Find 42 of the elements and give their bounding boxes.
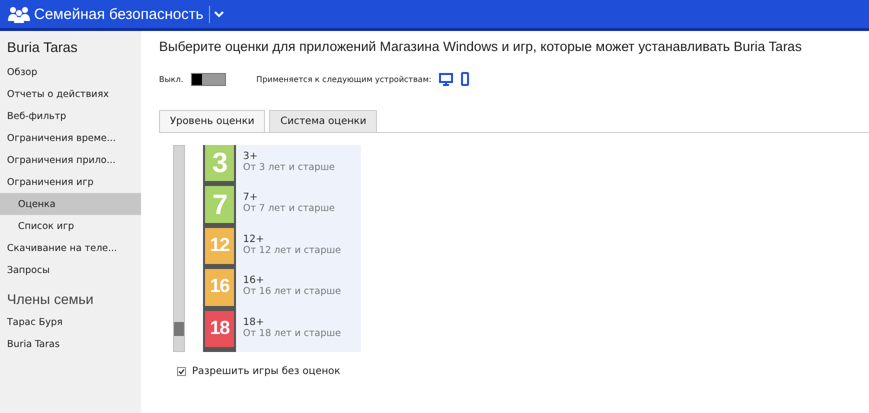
rating-description: От 3 лет и старше bbox=[243, 162, 336, 173]
tab[interactable]: Система оценки bbox=[269, 110, 378, 132]
sidebar-item[interactable]: Ограничения игр bbox=[0, 171, 141, 193]
rating-title: 7+ bbox=[243, 192, 259, 204]
family-member[interactable]: Buria Taras bbox=[0, 333, 141, 355]
rating-description: От 16 лет и старше bbox=[243, 286, 342, 298]
toggle-label: Выкл. bbox=[159, 74, 184, 84]
sidebar-subitem[interactable]: Оценка bbox=[0, 193, 141, 215]
sidebar-item[interactable]: Обзор bbox=[0, 61, 141, 83]
age-rating-badge: 3 bbox=[203, 145, 236, 186]
age-rating-badge: 16 bbox=[203, 269, 236, 311]
rating-title: 3+ bbox=[243, 151, 259, 162]
tab[interactable]: Уровень оценки bbox=[159, 110, 266, 132]
family-icon bbox=[8, 5, 30, 23]
age-rating-badge: 7 bbox=[203, 186, 236, 228]
page-heading: Выберите оценки для приложений Магазина Windows и игр, которые может устанавливать Buria Taras bbox=[159, 39, 803, 54]
child-name: Buria Taras bbox=[6, 39, 79, 57]
checkbox[interactable] bbox=[177, 367, 186, 376]
age-rating-badge: 18 bbox=[203, 310, 236, 352]
rating-title: 18+ bbox=[243, 316, 266, 328]
sidebar-item[interactable]: Скачивание на теле... bbox=[0, 237, 141, 259]
sidebar-subitem[interactable]: Список игр bbox=[0, 215, 141, 237]
toggle-switch[interactable] bbox=[191, 72, 226, 86]
rating-description: От 7 лет и старше bbox=[243, 203, 336, 214]
rating-title: 12+ bbox=[243, 234, 266, 245]
sidebar-item[interactable]: Запросы bbox=[0, 259, 141, 281]
age-rating-badge: 12 bbox=[203, 228, 236, 270]
app-title: Семейная безопасность bbox=[34, 6, 210, 22]
chevron-down-icon[interactable] bbox=[214, 10, 224, 18]
sidebar-item[interactable]: Ограничения време... bbox=[0, 127, 141, 149]
section-heading: Члены семьи bbox=[6, 290, 94, 309]
phone-icon bbox=[461, 72, 470, 86]
checkbox-label: Разрешить игры без оценок bbox=[192, 366, 340, 377]
rating-description: От 12 лет и старше bbox=[243, 244, 342, 256]
sidebar-item[interactable]: Отчеты о действиях bbox=[0, 83, 141, 105]
monitor-icon bbox=[439, 72, 454, 86]
rating-title: 16+ bbox=[243, 275, 266, 286]
family-member[interactable]: Тарас Буря bbox=[0, 311, 141, 333]
rating-description: От 18 лет и старше bbox=[243, 328, 342, 339]
sidebar-item[interactable]: Веб-фильтр bbox=[0, 105, 141, 127]
devices-label: Применяется к следующим устройствам: bbox=[256, 74, 432, 84]
sidebar-item[interactable]: Ограничения прило... bbox=[0, 149, 141, 171]
